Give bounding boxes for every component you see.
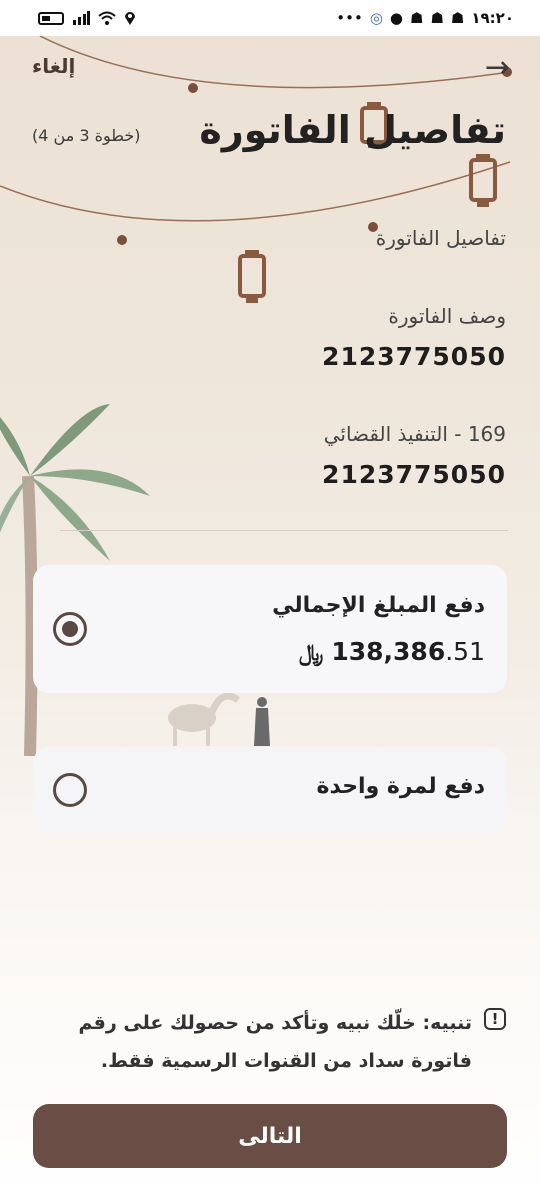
biller-label: 169 - التنفيذ القضائي — [323, 422, 506, 446]
amount-display: ﷼ 138,386.51 — [299, 637, 485, 666]
radio-selected-icon[interactable] — [53, 612, 87, 646]
biller-value: 2123775050 — [322, 460, 506, 489]
cancel-button[interactable]: إلغاء — [32, 54, 75, 78]
pay-full-label: دفع المبلغ الإجمالي — [272, 593, 485, 618]
location-icon — [125, 12, 135, 25]
signal-icon — [73, 11, 90, 25]
status-left-icons — [38, 11, 136, 25]
warning-message: تنبيه: خلّك نبيه وتأكد من حصولك على رقم … — [78, 1012, 473, 1072]
snapchat-icon: ☗ — [430, 9, 444, 27]
step-indicator: (خطوة 3 من 4) — [32, 126, 141, 145]
back-arrow-icon[interactable]: → — [485, 50, 510, 85]
pay-full-amount-option[interactable]: دفع المبلغ الإجمالي ﷼ 138,386.51 — [33, 565, 507, 693]
next-button[interactable]: التالى — [33, 1104, 507, 1168]
warning-text: تنبيه: خلّك نبيه وتأكد من حصولك على رقم … — [32, 1004, 506, 1080]
status-bar: ••• ◎ ● ☗ ☗ ☗ ١٩:٢٠ — [0, 0, 540, 36]
amount-decimal: .51 — [445, 637, 485, 666]
invoice-description-value: 2123775050 — [322, 342, 506, 371]
header: إلغاء → — [32, 50, 510, 86]
invoice-description-label: وصف الفاتورة — [388, 304, 506, 328]
person-icon — [254, 697, 270, 746]
snapchat-icon: ☗ — [450, 9, 465, 27]
chat-icon: ● — [389, 9, 404, 27]
camel-icon — [168, 692, 241, 746]
divider — [60, 530, 508, 531]
lantern-icon — [238, 250, 266, 303]
wifi-icon — [98, 11, 116, 25]
page-title: تفاصيل الفاتورة — [199, 108, 506, 152]
snapchat-icon: ☗ — [410, 9, 424, 27]
status-right-icons: ••• ◎ ● ☗ ☗ ☗ ١٩:٢٠ — [336, 9, 514, 27]
radio-unselected-icon[interactable] — [53, 773, 87, 807]
battery-icon — [38, 11, 64, 25]
more-dots-icon: ••• — [336, 9, 363, 27]
status-time: ١٩:٢٠ — [471, 9, 514, 27]
pay-once-label: دفع لمرة واحدة — [316, 774, 486, 799]
currency-icon: ﷼ — [299, 641, 324, 666]
app-icon: ◎ — [369, 9, 383, 27]
section-label: تفاصيل الفاتورة — [375, 226, 506, 250]
amount-main: 138,386 — [331, 637, 446, 666]
lantern-icon — [469, 154, 497, 207]
pay-once-option[interactable]: دفع لمرة واحدة — [33, 747, 507, 833]
